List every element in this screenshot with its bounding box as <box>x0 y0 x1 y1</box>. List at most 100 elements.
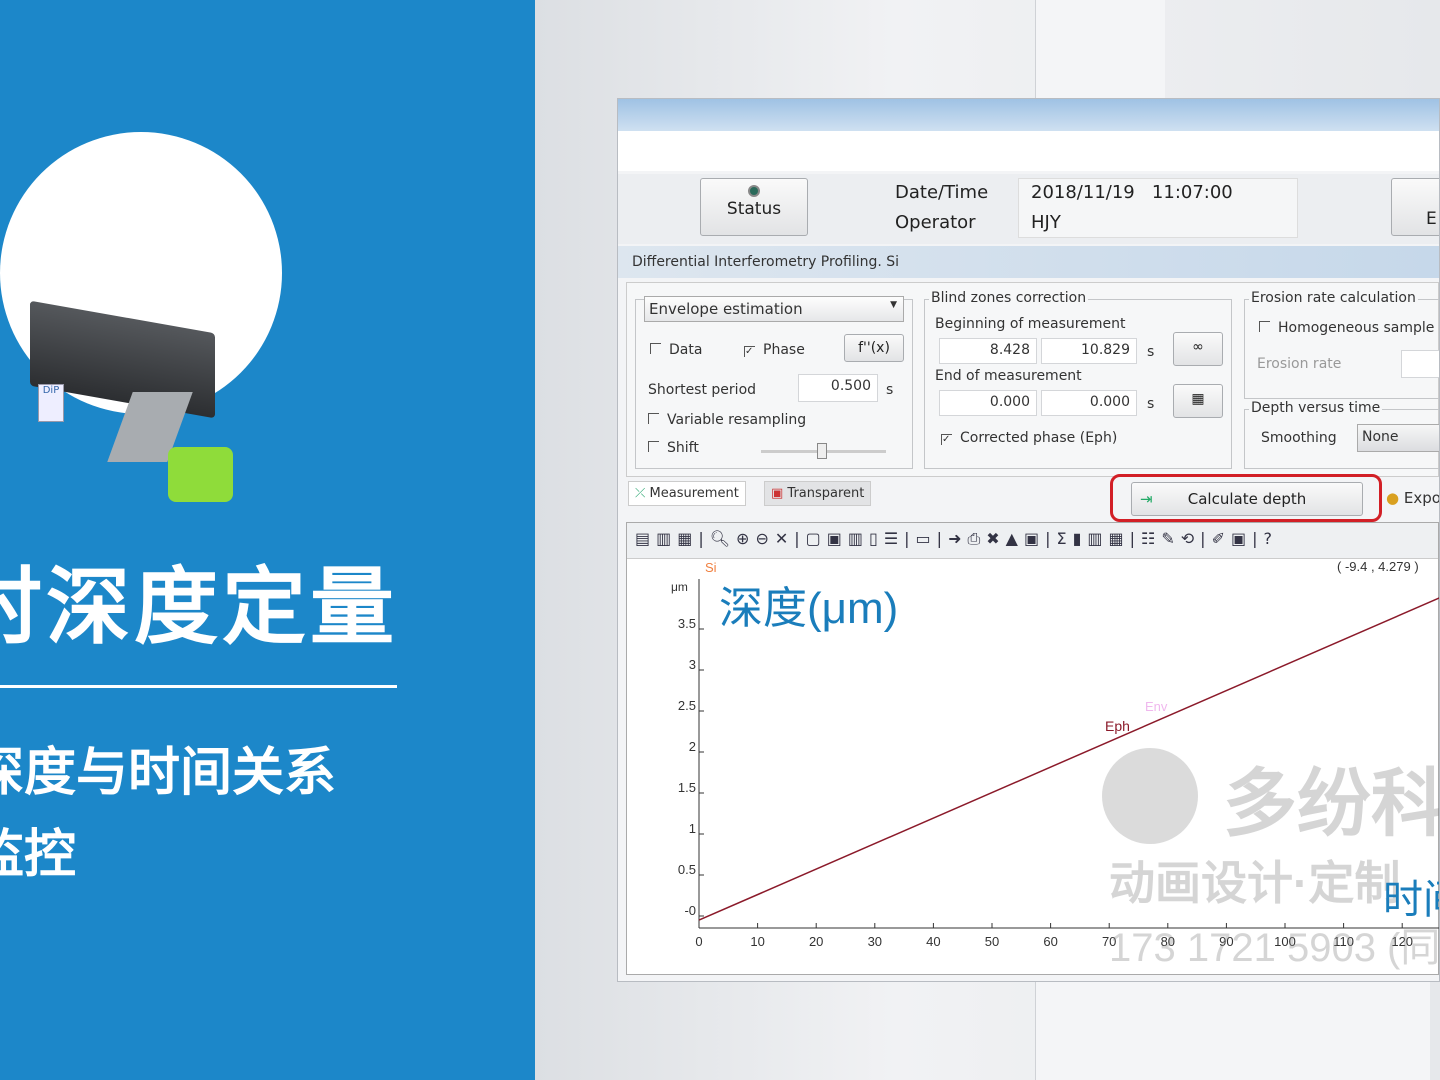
y-tick-label: 1 <box>689 821 696 836</box>
export-icon: ● <box>1386 489 1404 507</box>
promo-title: 时深度定量 <box>0 558 399 656</box>
envelope-group: Envelope estimation ▼ Data ✓ Phase f''(x) … <box>635 296 913 469</box>
background-panel <box>1035 0 1165 98</box>
slider-thumb[interactable] <box>817 443 827 459</box>
blind-zones-title: Blind zones correction <box>929 290 1089 306</box>
y-tick-label: 1.5 <box>678 780 696 795</box>
envelope-select[interactable]: Envelope estimation ▼ <box>644 296 904 322</box>
erosion-rate-label: Erosion rate <box>1257 356 1342 372</box>
status-button[interactable]: Status <box>700 178 808 236</box>
end-to-input[interactable]: 0.000 <box>1041 390 1137 416</box>
device-image: DiP <box>0 132 282 502</box>
x-tick-label: 60 <box>1043 934 1057 949</box>
sample-label: Si <box>705 560 717 575</box>
watermark-brand: 多纷科 <box>1223 762 1440 845</box>
x-tick-label: 30 <box>868 934 882 949</box>
smoothing-select[interactable]: None <box>1357 424 1439 452</box>
depth-chart: Si ( -9.4 , 4.279 ) μm 深度(μm) 0 10 20 30 40 5… <box>671 559 1440 970</box>
app-window: Status Date/Time 2018/11/19 11:07:00 Ope… <box>617 98 1440 982</box>
y-tick-label: 0.5 <box>678 862 696 877</box>
y-tick-label: 3 <box>689 657 696 672</box>
datetime-label: Date/Time <box>895 182 989 203</box>
y-axis-unit: μm <box>671 580 688 594</box>
transparent-icon: ▣ <box>771 486 788 501</box>
operator-value: HJY <box>1031 212 1061 233</box>
depth-overlay-label: 深度(μm) <box>719 584 898 633</box>
erosion-rate-input[interactable] <box>1401 350 1439 378</box>
depth-time-group: Depth versus time Smoothing None <box>1244 400 1439 469</box>
envelope-select-value: Envelope estimation <box>649 300 803 318</box>
homogeneous-checkbox[interactable]: Homogeneous sample <box>1259 320 1434 336</box>
y-tick-label: 3.5 <box>678 616 696 631</box>
corrected-phase-checkbox[interactable]: ✓ Corrected phase (Eph) <box>941 430 1117 446</box>
dropdown-arrow-icon: ▼ <box>890 300 897 310</box>
title-bar <box>618 99 1439 131</box>
grid-button[interactable]: ▦ <box>1173 384 1223 418</box>
chart-area: ▤▥▦|🔍︎⊕⊖✕|▢▣▥▯☰|▭|➜⎙✖▲▣|Σ▮▥▦|☷✎⟲|✐▣|? Si… <box>626 522 1439 975</box>
variable-resampling-checkbox[interactable]: Variable resampling <box>648 412 806 428</box>
begin-from-input[interactable]: 8.428 <box>939 338 1037 364</box>
measurement-icon: ⤫ <box>635 486 650 501</box>
depth-time-title: Depth versus time <box>1249 400 1383 416</box>
grid-icon: ▦ <box>1191 391 1205 407</box>
right-button[interactable]: E <box>1391 178 1439 236</box>
blind-zones-group: Blind zones correction Beginning of meas… <box>924 290 1232 469</box>
promo-line-1: 深度与时间关系 <box>0 743 337 803</box>
x-tick-label: 20 <box>809 934 823 949</box>
device-connector <box>168 447 233 502</box>
status-label: Status <box>726 199 782 219</box>
background-panel <box>1035 982 1430 1080</box>
phase-checkbox[interactable]: ✓ Phase <box>744 342 805 358</box>
status-icon <box>748 185 760 197</box>
x-tick-label: 50 <box>985 934 999 949</box>
promo-panel: DiP 时深度定量 深度与时间关系 监控 <box>0 0 535 1080</box>
y-tick-label: -0 <box>684 903 696 918</box>
x-tick-label: 10 <box>750 934 764 949</box>
smoothing-label: Smoothing <box>1261 430 1337 446</box>
module-title: Differential Interferometry Profiling. S… <box>618 246 1439 278</box>
highlight-ring <box>1110 474 1382 522</box>
x-tick-label: 0 <box>695 934 702 949</box>
datetime-value: 2018/11/19 11:07:00 <box>1031 182 1233 203</box>
data-checkbox[interactable]: Data <box>650 342 702 358</box>
y-tick-label: 2.5 <box>678 698 696 713</box>
settings-panel: Envelope estimation ▼ Data ✓ Phase f''(x) … <box>626 282 1439 477</box>
export-button[interactable]: ● Expo <box>1386 489 1439 507</box>
unit-label: s <box>1147 344 1155 360</box>
eph-annotation: Eph <box>1105 718 1130 734</box>
menu-area <box>618 131 1439 171</box>
device-label: DiP <box>38 384 64 422</box>
end-label: End of measurement <box>935 368 1082 384</box>
chart-toolbar[interactable]: ▤▥▦|🔍︎⊕⊖✕|▢▣▥▯☰|▭|➜⎙✖▲▣|Σ▮▥▦|☷✎⟲|✐▣|? <box>627 523 1438 559</box>
shortest-period-input[interactable]: 0.500 <box>798 374 878 402</box>
fx-button[interactable]: f''(x) <box>844 334 904 362</box>
watermark-logo <box>1102 748 1198 844</box>
tab-bar: ⤫ Measurement ▣ Transparent ⇥ Calculate d… <box>626 474 1439 522</box>
header-bar: Status Date/Time 2018/11/19 11:07:00 Ope… <box>618 174 1439 244</box>
shortest-period-label: Shortest period <box>648 382 757 398</box>
begin-label: Beginning of measurement <box>935 316 1126 332</box>
end-from-input[interactable]: 0.000 <box>939 390 1037 416</box>
env-annotation: Env <box>1145 699 1168 714</box>
x-tick-label: 40 <box>926 934 940 949</box>
binoculars-icon: ∞ <box>1192 339 1204 355</box>
erosion-group: Erosion rate calculation Homogeneous sam… <box>1244 290 1439 399</box>
begin-to-input[interactable]: 10.829 <box>1041 338 1137 364</box>
shift-slider[interactable] <box>761 443 886 459</box>
erosion-title: Erosion rate calculation <box>1249 290 1418 306</box>
unit-label: s <box>1147 396 1155 412</box>
watermark-phone: 173 1721 5903 (同 <box>1109 926 1440 970</box>
divider <box>0 685 397 688</box>
operator-label: Operator <box>895 212 976 233</box>
time-overlay-label: 时间 <box>1383 878 1440 922</box>
unit-label: s <box>886 382 894 398</box>
watermark: 多纷科 动画设计·定制 173 1721 5903 (同 <box>1102 748 1440 970</box>
shift-checkbox[interactable]: Shift <box>648 440 699 456</box>
tab-transparent[interactable]: ▣ Transparent <box>764 481 872 506</box>
promo-line-2: 监控 <box>0 825 77 885</box>
tab-measurement[interactable]: ⤫ Measurement <box>628 481 746 506</box>
y-tick-label: 2 <box>689 739 696 754</box>
cursor-readout: ( -9.4 , 4.279 ) <box>1337 559 1419 574</box>
binoculars-button[interactable]: ∞ <box>1173 332 1223 366</box>
watermark-tagline: 动画设计·定制 <box>1109 857 1400 909</box>
